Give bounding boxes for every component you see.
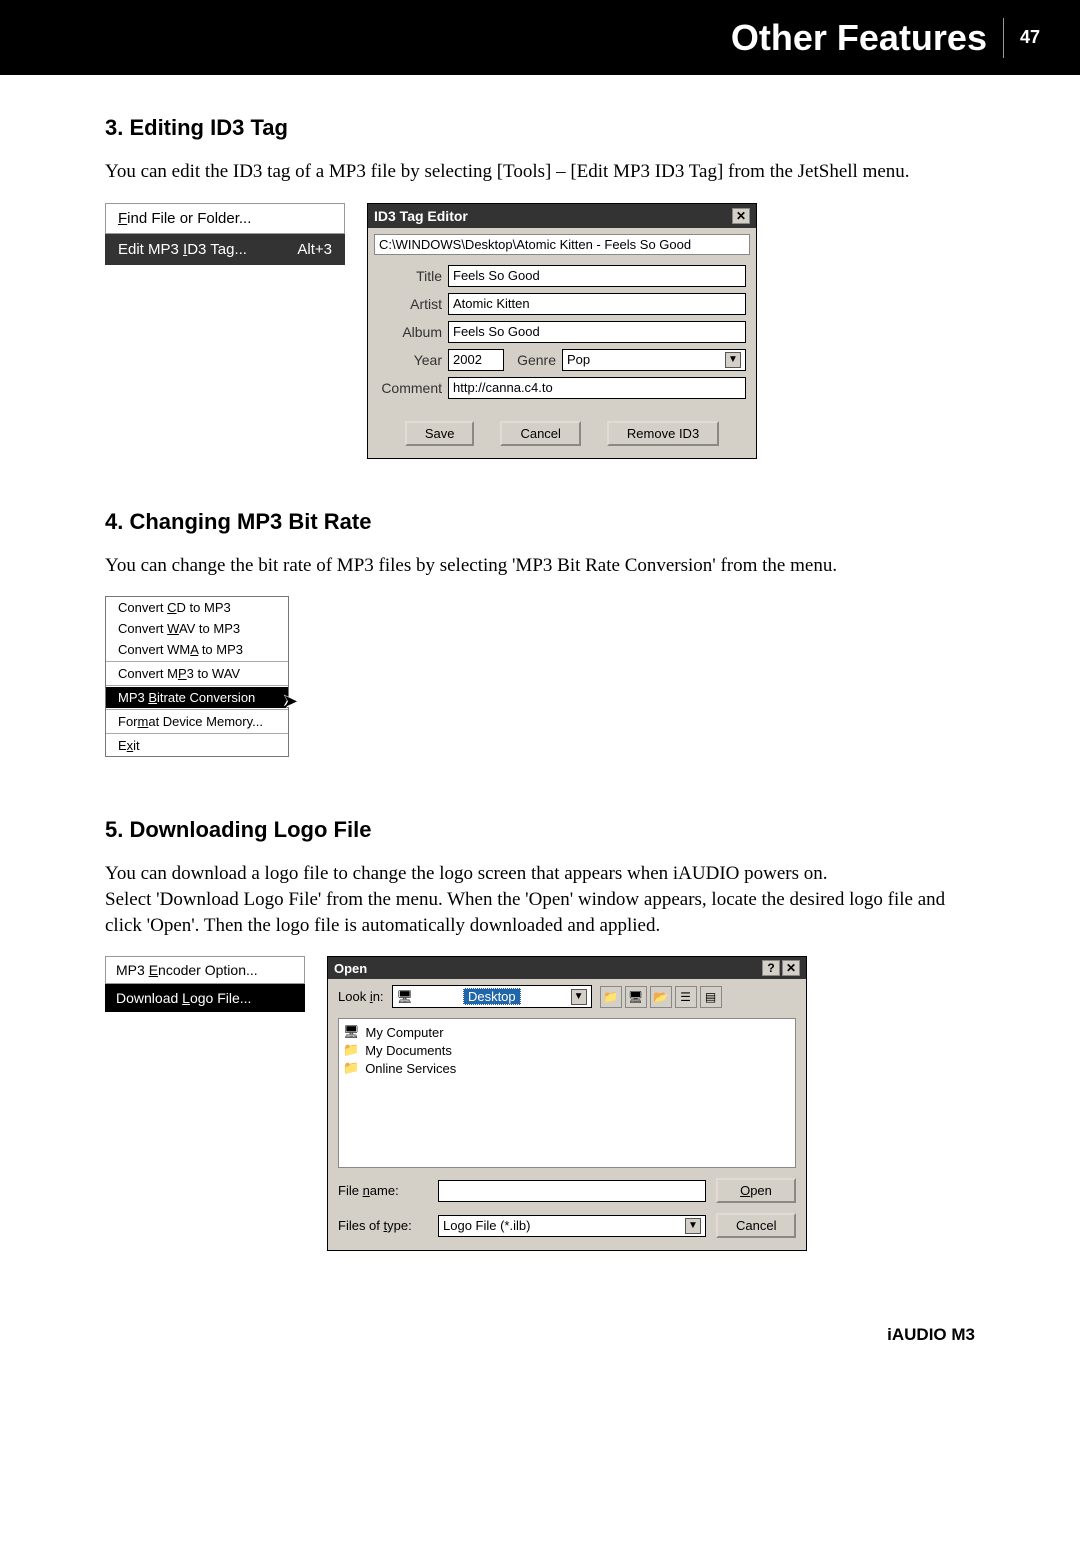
- id3-file-path: C:\WINDOWS\Desktop\Atomic Kitten - Feels…: [374, 234, 750, 255]
- label-title: Title: [378, 268, 442, 284]
- section3-row: Find File or Folder... Edit MP3 ID3 Tag.…: [105, 203, 975, 459]
- list-item[interactable]: 📁Online Services: [343, 1059, 791, 1077]
- open-button[interactable]: Open: [716, 1178, 796, 1203]
- save-button[interactable]: Save: [405, 421, 475, 446]
- select-genre[interactable]: Pop ▼: [562, 349, 746, 371]
- tools-menu: Convert CD to MP3 Convert WAV to MP3 Con…: [105, 596, 289, 757]
- look-in-select[interactable]: 🖥 Desktop ▼: [392, 985, 592, 1008]
- id3-context-menu: Find File or Folder... Edit MP3 ID3 Tag.…: [105, 203, 345, 459]
- menu-convert-wav[interactable]: Convert WAV to MP3: [106, 618, 288, 639]
- help-icon[interactable]: ?: [762, 960, 780, 976]
- list-view-icon[interactable]: ☰: [675, 986, 697, 1008]
- section5-heading: 5. Downloading Logo File: [105, 817, 975, 843]
- close-icon[interactable]: ✕: [732, 208, 750, 224]
- look-in-value: Desktop: [463, 988, 521, 1005]
- menu-format-device[interactable]: Format Device Memory...: [106, 711, 288, 732]
- menu-edit-id3[interactable]: Edit MP3 ID3 Tag... Alt+3: [105, 234, 345, 265]
- desktop-icon: 🖥: [397, 989, 414, 1005]
- id3-form: Title Feels So Good Artist Atomic Kitten…: [368, 261, 756, 458]
- menu-separator: [106, 709, 288, 710]
- footer-product: iAUDIO M3: [0, 1301, 1080, 1345]
- list-item[interactable]: 📁My Documents: [343, 1041, 791, 1059]
- menu-find-file[interactable]: Find File or Folder...: [105, 203, 345, 234]
- computer-icon: 🖥: [343, 1024, 360, 1040]
- label-genre: Genre: [510, 352, 556, 368]
- menu-exit[interactable]: Exit: [106, 735, 288, 756]
- menu-find-label: Find File or Folder...: [118, 210, 251, 227]
- section3-heading: 3. Editing ID3 Tag: [105, 115, 975, 141]
- folder-icon: 📁: [343, 1060, 359, 1076]
- file-type-label: Files of type:: [338, 1218, 428, 1233]
- header-divider: [1003, 18, 1004, 58]
- header-title: Other Features: [731, 17, 987, 59]
- chevron-down-icon[interactable]: ▼: [685, 1218, 701, 1234]
- page-number: 47: [1020, 27, 1040, 48]
- id3-titlebar[interactable]: ID3 Tag Editor ✕: [368, 204, 756, 228]
- input-year[interactable]: 2002: [448, 349, 504, 371]
- page-header: Other Features 47: [0, 0, 1080, 75]
- input-album[interactable]: Feels So Good: [448, 321, 746, 343]
- file-browser[interactable]: 🖥My Computer 📁My Documents 📁Online Servi…: [338, 1018, 796, 1168]
- label-year: Year: [378, 352, 442, 368]
- up-folder-icon[interactable]: 📁: [600, 986, 622, 1008]
- file-name-label: File name:: [338, 1183, 428, 1198]
- genre-value: Pop: [567, 352, 590, 367]
- section4-body: You can change the bit rate of MP3 files…: [105, 553, 975, 579]
- menu-separator: [106, 661, 288, 662]
- id3-title: ID3 Tag Editor: [374, 208, 468, 224]
- section3-body: You can edit the ID3 tag of a MP3 file b…: [105, 159, 975, 185]
- file-name-input[interactable]: [438, 1180, 706, 1202]
- list-item[interactable]: 🖥My Computer: [343, 1023, 791, 1041]
- menu-convert-wma[interactable]: Convert WMA to MP3: [106, 639, 288, 660]
- open-titlebar[interactable]: Open ? ✕: [328, 957, 806, 979]
- menu-download-logo[interactable]: Download Logo File...: [105, 984, 305, 1012]
- logo-menu: MP3 Encoder Option... Download Logo File…: [105, 956, 305, 1251]
- cancel-button[interactable]: Cancel: [716, 1213, 796, 1238]
- file-type-select[interactable]: Logo File (*.ilb) ▼: [438, 1215, 706, 1237]
- dialog-toolbar: 📁 🖥 📂 ☰ ▤: [600, 986, 722, 1008]
- menu-separator: [106, 733, 288, 734]
- look-in-label: Look in:: [338, 989, 384, 1004]
- open-file-dialog: Open ? ✕ Look in: 🖥 Desktop ▼ 📁 🖥 📂 ☰: [327, 956, 807, 1251]
- section4-heading: 4. Changing MP3 Bit Rate: [105, 509, 975, 535]
- chevron-down-icon[interactable]: ▼: [571, 989, 587, 1005]
- close-icon[interactable]: ✕: [782, 960, 800, 976]
- menu-edit-shortcut: Alt+3: [297, 241, 332, 258]
- section5-row: MP3 Encoder Option... Download Logo File…: [105, 956, 975, 1251]
- look-in-row: Look in: 🖥 Desktop ▼ 📁 🖥 📂 ☰ ▤: [328, 979, 806, 1014]
- input-artist[interactable]: Atomic Kitten: [448, 293, 746, 315]
- open-bottom-row: File name: Open Files of type: Logo File…: [328, 1172, 806, 1250]
- open-title: Open: [334, 961, 367, 976]
- page-content: 3. Editing ID3 Tag You can edit the ID3 …: [0, 75, 1080, 1251]
- input-comment[interactable]: http://canna.c4.to: [448, 377, 746, 399]
- detail-view-icon[interactable]: ▤: [700, 986, 722, 1008]
- menu-encoder-option[interactable]: MP3 Encoder Option...: [105, 956, 305, 984]
- input-title[interactable]: Feels So Good: [448, 265, 746, 287]
- id3-tag-editor-dialog: ID3 Tag Editor ✕ C:\WINDOWS\Desktop\Atom…: [367, 203, 757, 459]
- chevron-down-icon[interactable]: ▼: [725, 352, 741, 368]
- menu-separator: [106, 685, 288, 686]
- label-artist: Artist: [378, 296, 442, 312]
- remove-id3-button[interactable]: Remove ID3: [607, 421, 719, 446]
- file-type-value: Logo File (*.ilb): [443, 1218, 530, 1233]
- label-comment: Comment: [378, 380, 442, 396]
- cancel-button[interactable]: Cancel: [500, 421, 580, 446]
- desktop-icon[interactable]: 🖥: [625, 986, 647, 1008]
- menu-edit-label: Edit MP3 ID3 Tag...: [118, 241, 247, 258]
- folder-icon: 📁: [343, 1042, 359, 1058]
- menu-convert-cd[interactable]: Convert CD to MP3: [106, 597, 288, 618]
- section5-body: You can download a logo file to change t…: [105, 861, 975, 938]
- label-album: Album: [378, 324, 442, 340]
- new-folder-icon[interactable]: 📂: [650, 986, 672, 1008]
- cursor-icon: ➤: [283, 691, 298, 712]
- menu-mp3-to-wav[interactable]: Convert MP3 to WAV: [106, 663, 288, 684]
- menu-bitrate-conversion[interactable]: MP3 Bitrate Conversion ➤: [106, 687, 288, 708]
